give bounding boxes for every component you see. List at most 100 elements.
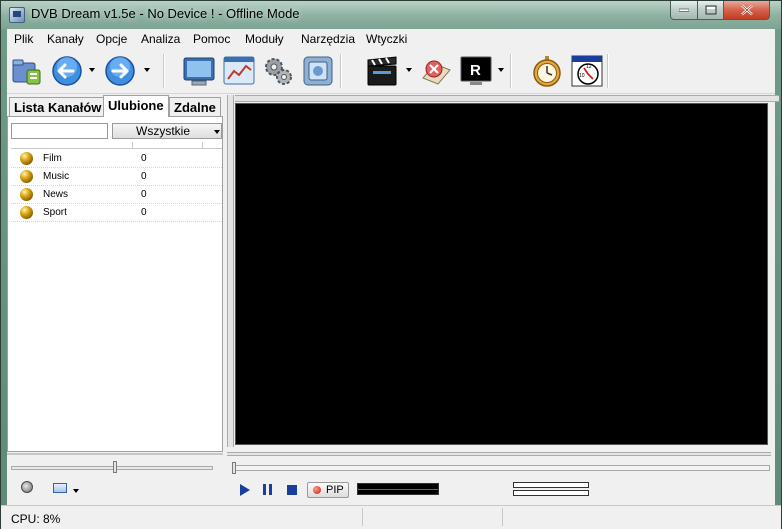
play-icon[interactable]	[240, 484, 250, 496]
scheduler-button[interactable]: 12 10	[570, 54, 604, 88]
speaker-icon[interactable]	[21, 481, 33, 493]
svg-text:10: 10	[579, 73, 585, 79]
record-monitor-button[interactable]: R	[459, 54, 493, 88]
minimize-icon	[679, 8, 689, 12]
favorite-count: 0	[141, 207, 147, 218]
back-dropdown-arrow[interactable]	[89, 68, 95, 72]
snapshot-button[interactable]	[301, 54, 335, 88]
column-header-count[interactable]	[133, 142, 203, 149]
favorite-name: News	[43, 189, 69, 200]
favorite-count: 0	[141, 189, 147, 200]
column-header-name[interactable]	[11, 142, 133, 149]
volume-slider-thumb[interactable]	[113, 461, 117, 473]
channel-tabs: Lista Kanałów Ulubione Zdalne	[7, 95, 223, 117]
menu-pomoc[interactable]: Pomoc	[193, 32, 230, 46]
display-mode-dropdown-arrow[interactable]	[73, 489, 79, 493]
display-mode-icon[interactable]	[53, 483, 67, 493]
svg-text:R: R	[470, 62, 481, 79]
window-chart-icon	[223, 56, 255, 85]
forward-dropdown-arrow[interactable]	[144, 68, 150, 72]
stop-icon[interactable]	[287, 485, 297, 495]
favorite-group-icon	[20, 206, 33, 219]
search-input[interactable]	[11, 123, 108, 139]
monitor-icon	[183, 57, 215, 86]
menu-kanaly[interactable]: Kanały	[47, 32, 84, 46]
audio-level-left	[513, 482, 589, 488]
client-area: Plik Kanały Opcje Analiza Pomoc Moduły N…	[7, 29, 779, 523]
back-arrow-icon	[52, 56, 82, 86]
status-cell-cpu: CPU: 8%	[1, 508, 363, 526]
volume-slider-track[interactable]	[11, 466, 213, 470]
menu-bar: Plik Kanały Opcje Analiza Pomoc Moduły N…	[7, 29, 775, 50]
stopwatch-icon	[533, 56, 561, 87]
epg-button[interactable]	[222, 54, 256, 88]
stop-device-button[interactable]	[419, 54, 453, 88]
audio-level-right	[513, 490, 589, 496]
forward-arrow-icon	[105, 56, 135, 86]
favorite-name: Music	[43, 171, 70, 182]
video-container	[227, 95, 779, 451]
tab-favorites[interactable]: Ulubione	[103, 95, 169, 117]
title-bar[interactable]: DVB Dream v1.5e - No Device ! - Offline …	[1, 1, 781, 29]
cpu-usage: CPU: 8%	[11, 512, 61, 526]
pip-label: PIP	[326, 484, 344, 496]
video-screen[interactable]	[235, 103, 768, 445]
remove-device-icon	[422, 60, 451, 85]
favorite-count: 0	[141, 153, 147, 164]
menu-plik[interactable]: Plik	[14, 32, 33, 46]
list-item[interactable]: Film 0	[11, 150, 222, 168]
tv-view-button[interactable]	[182, 54, 216, 88]
minimize-button[interactable]	[670, 1, 698, 20]
controls-splitter[interactable]	[227, 452, 771, 456]
seek-slider-track[interactable]	[232, 465, 770, 471]
panel-splitter[interactable]	[227, 95, 234, 447]
toolbar: R 12 10	[7, 50, 775, 94]
record-dot-icon	[313, 486, 321, 494]
menu-moduly[interactable]: Moduły	[245, 32, 284, 46]
clapperboard-icon	[367, 56, 397, 86]
channel-panel: Lista Kanałów Ulubione Zdalne Wszystkie …	[7, 95, 223, 523]
app-window: DVB Dream v1.5e - No Device ! - Offline …	[0, 0, 782, 529]
chevron-down-icon	[214, 130, 220, 134]
maximize-button[interactable]	[697, 1, 724, 20]
list-item[interactable]: Sport 0	[11, 204, 222, 222]
favorite-group-icon	[20, 188, 33, 201]
settings-button[interactable]	[261, 54, 295, 88]
group-select[interactable]: Wszystkie	[112, 123, 222, 139]
tab-remote[interactable]: Zdalne	[169, 97, 221, 117]
favorite-name: Film	[43, 153, 62, 164]
favorite-group-icon	[20, 170, 33, 183]
tab-channel-list[interactable]: Lista Kanałów	[9, 97, 107, 117]
signal-level-bar	[358, 489, 438, 490]
forward-button[interactable]	[103, 54, 137, 88]
toolbar-separator	[340, 54, 342, 88]
back-button[interactable]	[50, 54, 84, 88]
toolbar-separator	[510, 54, 512, 88]
group-select-value: Wszystkie	[136, 124, 190, 138]
list-item[interactable]: News 0	[11, 186, 222, 204]
maximize-icon	[705, 5, 716, 15]
status-bar: CPU: 8%	[1, 505, 781, 529]
open-folder-button[interactable]	[10, 54, 44, 88]
favorite-name: Sport	[43, 207, 67, 218]
app-icon[interactable]	[9, 7, 25, 23]
menu-opcje[interactable]: Opcje	[96, 32, 127, 46]
list-item[interactable]: Music 0	[11, 168, 222, 186]
menu-analiza[interactable]: Analiza	[141, 32, 180, 46]
menu-wtyczki[interactable]: Wtyczki	[366, 32, 407, 46]
close-icon	[740, 4, 753, 16]
seek-slider-thumb[interactable]	[232, 462, 236, 474]
list-header	[11, 142, 222, 149]
menu-narzedzia[interactable]: Narzędzia	[301, 32, 355, 46]
record-dropdown-arrow[interactable]	[498, 68, 504, 72]
status-cell	[503, 508, 781, 526]
picture-icon	[303, 56, 333, 86]
recorder-dropdown-arrow[interactable]	[406, 68, 412, 72]
pause-icon[interactable]	[263, 484, 273, 495]
timer-button[interactable]	[530, 54, 564, 88]
folder-icon	[12, 59, 41, 85]
pip-button[interactable]: PIP	[307, 482, 349, 498]
close-button[interactable]	[723, 1, 770, 20]
favorites-panel: Wszystkie Film 0 Music 0 News 0 Sport 0	[7, 116, 223, 452]
recorder-button[interactable]	[365, 54, 399, 88]
